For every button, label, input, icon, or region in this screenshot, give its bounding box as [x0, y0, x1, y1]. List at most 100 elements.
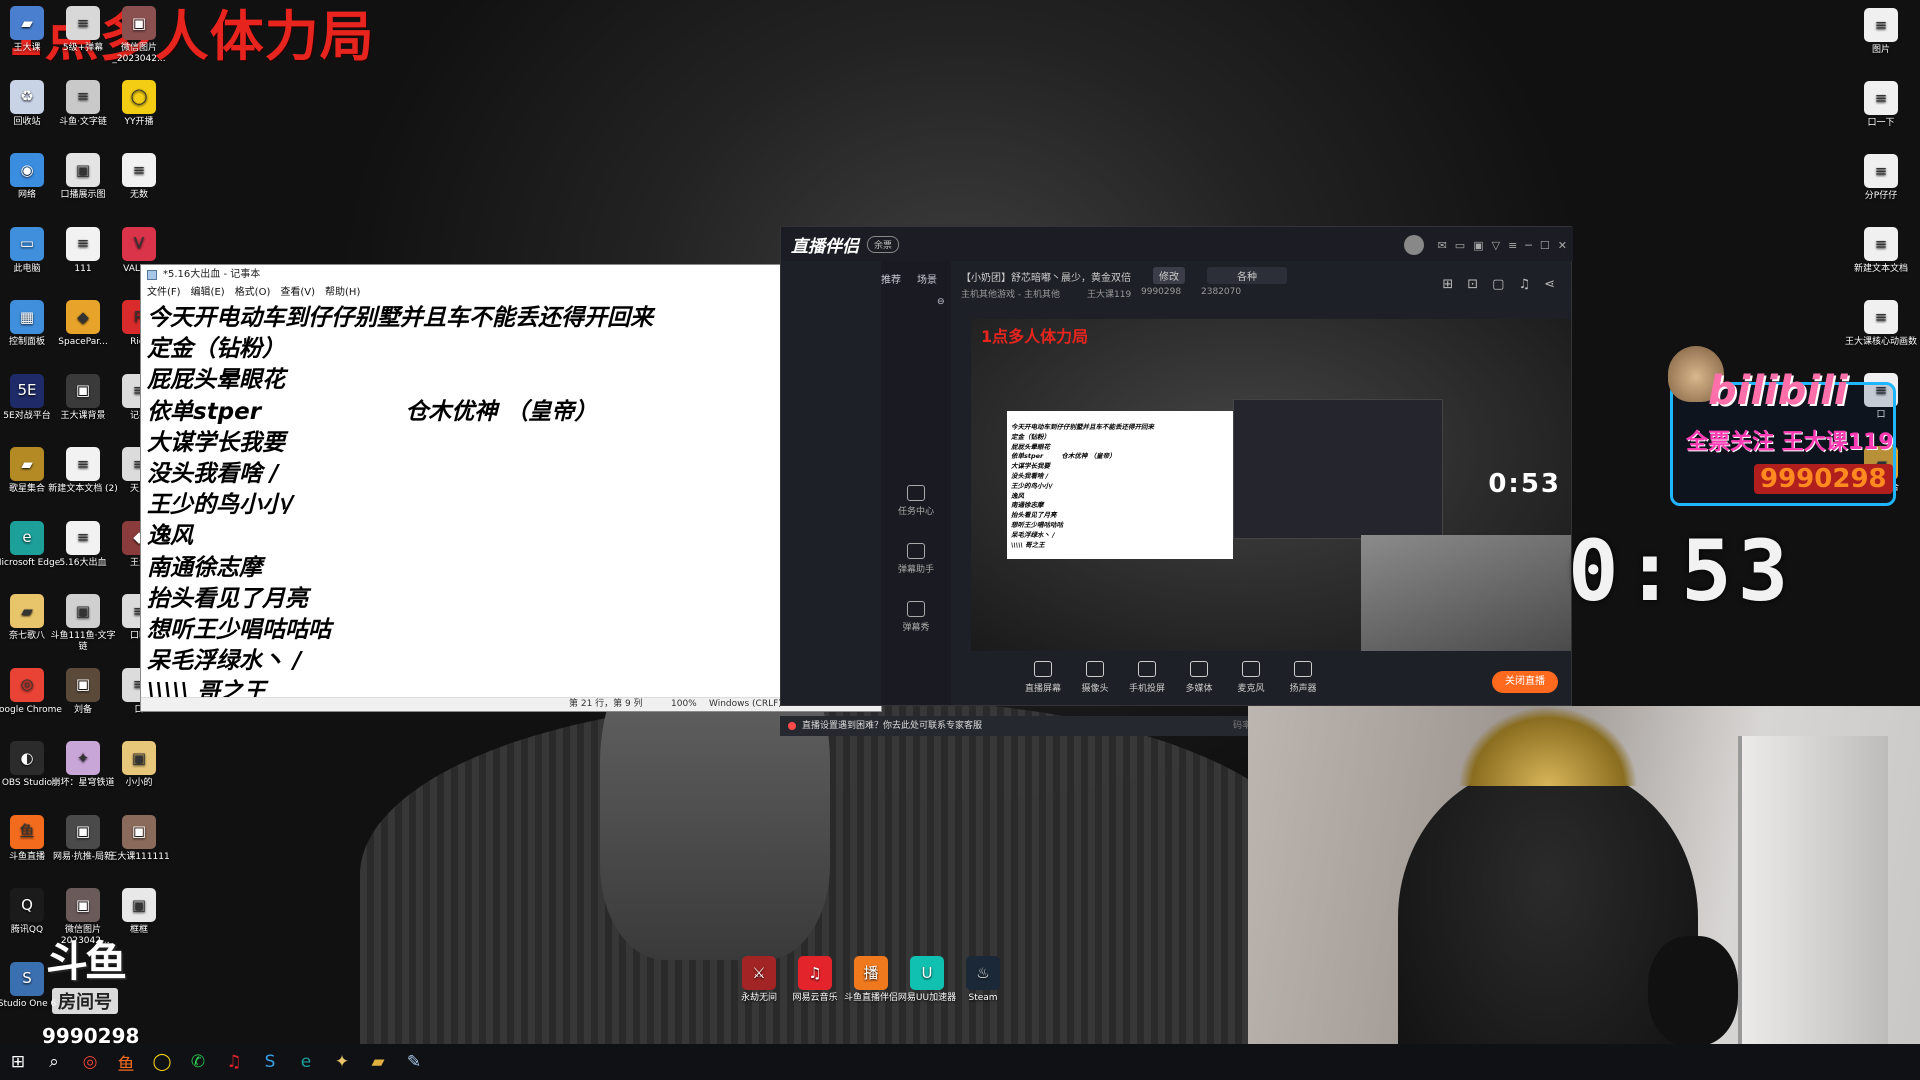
webcam-feed: [1248, 706, 1920, 1080]
folder-icon[interactable]: ▰: [360, 1044, 396, 1080]
category-select[interactable]: 各种: [1207, 267, 1287, 284]
avatar[interactable]: [1403, 235, 1424, 255]
close-icon[interactable]: ✕: [1558, 239, 1567, 252]
desktop-shortcut[interactable]: ≡ 无数: [102, 153, 176, 201]
notepad-text-area[interactable]: 今天开电动车到仔仔别墅并且车不能丢还得开回来 定金（钻粉） 屁屁头晕眼花 依单stpe…: [145, 303, 865, 697]
desktop-shortcut[interactable]: ≡ 王大课核心动画数: [1844, 300, 1918, 348]
minus-circle-icon[interactable]: ⊖: [937, 297, 945, 307]
preview-notepad-line: 屁屁头晕眼花: [1011, 442, 1050, 451]
share-icon[interactable]: ⋖: [1544, 277, 1555, 292]
danmaku-helper-button[interactable]: 弹幕助手: [881, 543, 951, 575]
netease-music-icon[interactable]: ♫: [216, 1044, 252, 1080]
sub-info: 主机其他游戏 - 主机其他: [961, 290, 1060, 300]
star-box-icon: [907, 543, 925, 559]
tab-scene[interactable]: 场景: [917, 271, 937, 286]
desktop-shortcut[interactable]: ▣ 王大课111111: [102, 814, 176, 863]
studio-one-icon[interactable]: S: [252, 1044, 288, 1080]
game-icon[interactable]: ✦: [324, 1044, 360, 1080]
layout-icon[interactable]: ⊞: [1442, 277, 1453, 292]
image-icon: ▣: [122, 741, 156, 775]
yy-icon[interactable]: ◯: [144, 1044, 180, 1080]
document-icon: ≡: [66, 447, 100, 481]
zoom-level: 100%: [671, 699, 697, 709]
mail-icon[interactable]: ✉: [1438, 239, 1447, 252]
menu-file[interactable]: 文件(F): [147, 285, 181, 301]
toolbar-button[interactable]: 直播屏幕: [1017, 659, 1069, 694]
toolbar-button[interactable]: 摄像头: [1069, 659, 1121, 694]
maximize-icon[interactable]: ☐: [1540, 239, 1550, 252]
live-companion-window[interactable]: 直播伴侣 余票 ✉ ▭ ▣ ▽ ≡ ─ ☐ ✕ 推荐 场景 ⊖ 任务中心 弹幕助…: [780, 226, 1573, 706]
document-icon: ≡: [1864, 154, 1898, 188]
bilibili-follow-widget: bilibili 全票关注 王大课119 9990298: [1668, 346, 1904, 510]
live-preview-canvas[interactable]: 1点多人体力局 今天开电动车到仔仔别墅并且车不能丢还得开回来 定金（钻粉） 屁屁头晕…: [971, 319, 1571, 651]
task-center-button[interactable]: 任务中心: [881, 485, 951, 517]
screen-icon[interactable]: ▭: [1455, 239, 1465, 252]
notepad-line: 想听王少唱咕咕咕: [147, 616, 331, 643]
toolbar-button[interactable]: 多媒体: [1173, 659, 1225, 694]
stop-live-button[interactable]: 关闭直播: [1492, 671, 1558, 693]
preview-notepad-line: 定金（钻粉）: [1011, 432, 1050, 441]
image-icon: ▣: [66, 373, 100, 408]
menu-edit[interactable]: 编辑(E): [191, 285, 225, 301]
steam-icon: ♨: [966, 956, 1000, 990]
chat-icon: [907, 601, 925, 617]
menu-format[interactable]: 格式(O): [235, 285, 271, 301]
notepad-icon[interactable]: ✎: [396, 1044, 432, 1080]
preview-nested-live: [1233, 399, 1443, 539]
edge-icon[interactable]: e: [288, 1044, 324, 1080]
preview-notepad-line: 想听王少唱咕咕咕: [1011, 520, 1063, 529]
notepad-title-bar[interactable]: *5.16大出血 - 记事本 ─ ☐ ✕: [141, 265, 881, 285]
filter-icon[interactable]: ▽: [1492, 239, 1500, 252]
notepad-line: 没头我看啥 /: [147, 460, 279, 487]
wechat-icon[interactable]: ✆: [180, 1044, 216, 1080]
desktop-shortcut[interactable]: ◯ YY开播: [102, 79, 176, 128]
desktop-shortcut[interactable]: ≡ 图片: [1844, 8, 1918, 56]
menu-help[interactable]: 帮助(H): [325, 285, 360, 301]
menu-view[interactable]: 查看(V): [280, 285, 315, 301]
desktop-shortcut[interactable]: ♨ Steam: [946, 956, 1020, 1004]
minimize-icon[interactable]: ─: [1525, 239, 1532, 252]
menu-icon[interactable]: ≡: [1508, 239, 1517, 252]
window-icon[interactable]: ▢: [1492, 277, 1504, 292]
save-icon[interactable]: ▣: [1473, 239, 1483, 252]
tool-icon: [1190, 661, 1208, 677]
desktop-shortcut[interactable]: ≡ 口一下: [1844, 81, 1918, 129]
yy-icon: ◯: [122, 79, 156, 114]
desktop-shortcut[interactable]: ▣ 小小的: [102, 741, 176, 789]
chrome-icon[interactable]: ◎: [72, 1044, 108, 1080]
desktop-shortcut[interactable]: ▣ 框框: [102, 888, 176, 936]
desktop-shortcut[interactable]: ≡ 新建文本文档: [1844, 227, 1918, 275]
lock-icon[interactable]: ⊡: [1467, 277, 1478, 292]
douyu-icon[interactable]: 鱼: [108, 1044, 144, 1080]
bell-icon[interactable]: ♫: [1518, 277, 1530, 292]
notepad-window[interactable]: *5.16大出血 - 记事本 ─ ☐ ✕ 文件(F) 编辑(E) 格式(O) 查…: [140, 264, 882, 712]
countdown-timer: 0:53: [1568, 522, 1795, 620]
search-icon[interactable]: ⌕: [36, 1044, 72, 1080]
tool-label: 麦克风: [1237, 684, 1265, 694]
bilibili-room-id: 9990298: [1754, 464, 1893, 494]
tool-label: 扬声器: [1289, 684, 1317, 694]
image-icon: ▣: [122, 6, 156, 40]
toolbar-button[interactable]: 麦克风: [1225, 659, 1277, 694]
tool-icon: [1034, 661, 1052, 677]
desktop-shortcut[interactable]: ≡ 分P仔仔: [1844, 154, 1918, 202]
toolbar-button[interactable]: 扬声器: [1277, 659, 1329, 694]
desktop-shortcut[interactable]: ▣ 微信图片_2023042...: [102, 6, 176, 65]
windows-start-icon[interactable]: ⊞: [0, 1044, 36, 1080]
notepad-line: 依单stper 仓木优神 （皇帝）: [147, 398, 598, 425]
document-icon: ≡: [66, 520, 100, 555]
tab-recommend[interactable]: 推荐: [881, 271, 901, 286]
preview-notepad-line: 依单stper 仓木优神 （皇帝）: [1011, 452, 1116, 461]
shortcut-label: 小小的: [125, 778, 153, 788]
edit-title-button[interactable]: 修改: [1153, 267, 1185, 284]
danmaku-show-button[interactable]: 弹幕秀: [881, 601, 951, 633]
tool-label: 直播屏幕: [1024, 684, 1061, 694]
valorant-icon: V: [122, 226, 156, 261]
document-icon: ≡: [1864, 227, 1898, 261]
tool-icon: [1086, 661, 1104, 677]
uu-booster-icon: U: [910, 956, 944, 990]
live-version-badge[interactable]: 余票: [867, 235, 900, 253]
toolbar-button[interactable]: 手机投屏: [1121, 659, 1173, 694]
live-help-notice[interactable]: 直播设置遇到困难？你去此处可联系专家客服 码率: [780, 716, 1251, 736]
preview-notepad: 今天开电动车到仔仔别墅并且车不能丢还得开回来 定金（钻粉） 屁屁头晕眼花 依单stpe…: [1007, 411, 1233, 559]
